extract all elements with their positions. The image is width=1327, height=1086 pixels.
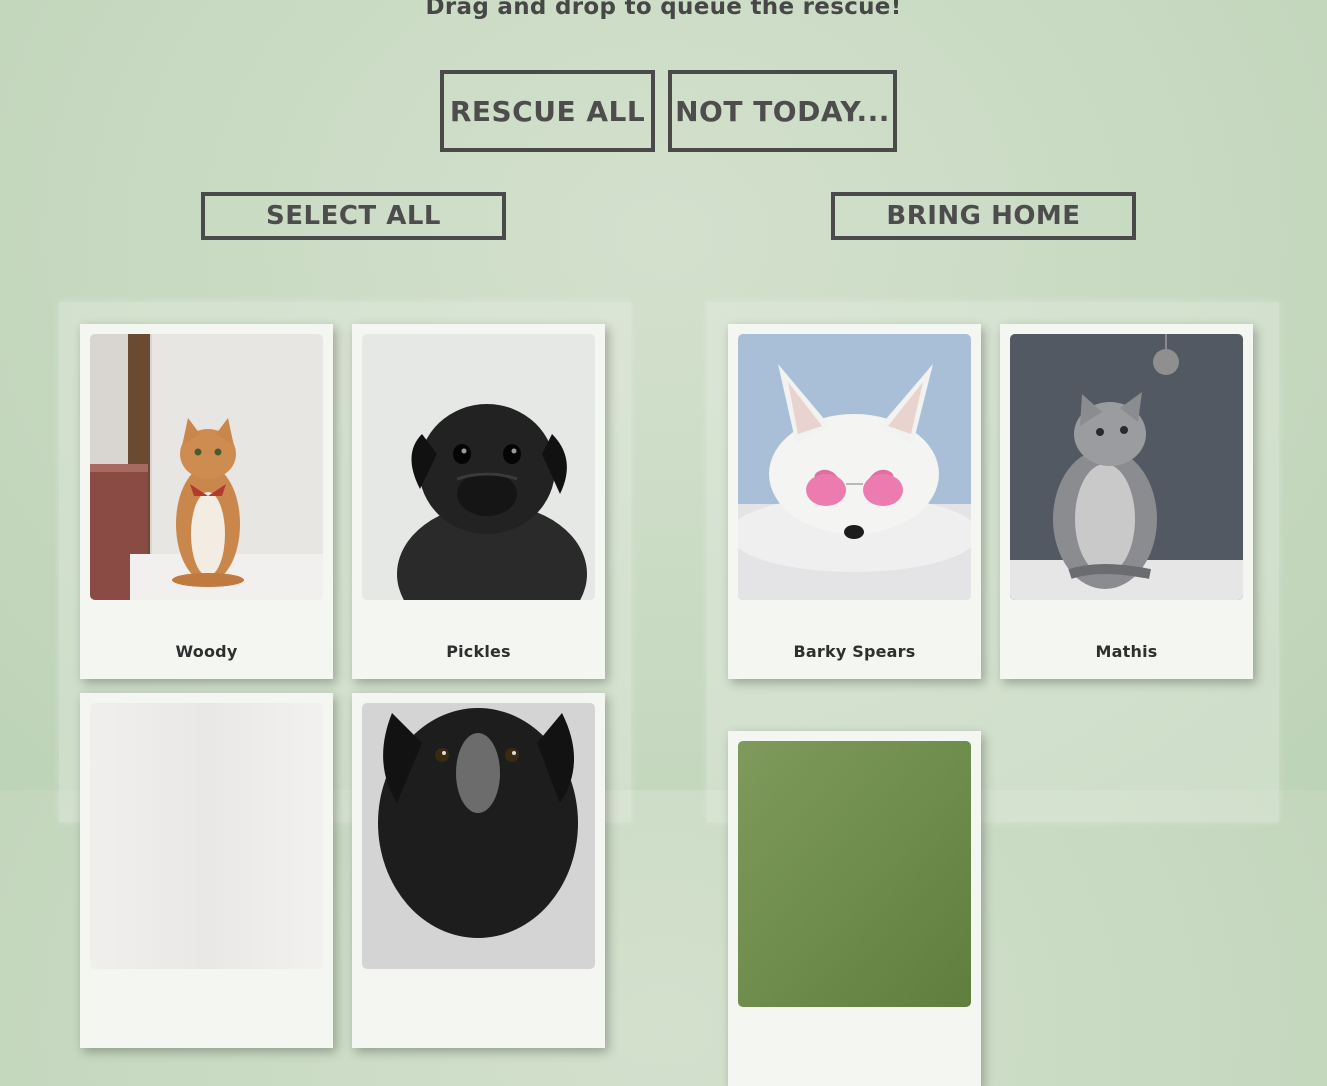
pet-name: Mathis (1095, 642, 1158, 661)
pet-card-barky-spears[interactable]: Barky Spears (728, 324, 981, 679)
select-all-button[interactable]: SELECT ALL (201, 192, 506, 240)
orange-cat-icon (90, 334, 323, 600)
white-dog-pink-glasses-icon (738, 334, 971, 600)
blurred-photo-icon (90, 703, 323, 969)
pet-name: Barky Spears (793, 642, 916, 661)
instruction-heading: Drag and drop to queue the rescue! (425, 0, 902, 20)
not-today-button[interactable]: NOT TODAY... (668, 70, 897, 152)
black-pug-icon (362, 334, 595, 600)
rescue-all-button[interactable]: RESCUE ALL (440, 70, 655, 152)
grey-fluffy-cat-icon (1010, 334, 1243, 600)
pet-card-4[interactable] (352, 693, 605, 1048)
green-photo-icon (738, 741, 971, 1007)
available-pets-panel[interactable]: Woody Pickles (59, 302, 631, 1048)
pet-card-pickles[interactable]: Pickles (352, 324, 605, 679)
pet-name: Pickles (446, 642, 511, 661)
pet-card-5[interactable] (728, 731, 981, 1086)
pet-card-woody[interactable]: Woody (80, 324, 333, 679)
bring-home-panel[interactable]: Barky Spears Mathis (707, 302, 1279, 1086)
pet-name: Woody (175, 642, 238, 661)
pet-card-3[interactable] (80, 693, 333, 1048)
pet-card-mathis[interactable]: Mathis (1000, 324, 1253, 679)
black-dog-icon (362, 703, 595, 969)
bring-home-button[interactable]: BRING HOME (831, 192, 1136, 240)
